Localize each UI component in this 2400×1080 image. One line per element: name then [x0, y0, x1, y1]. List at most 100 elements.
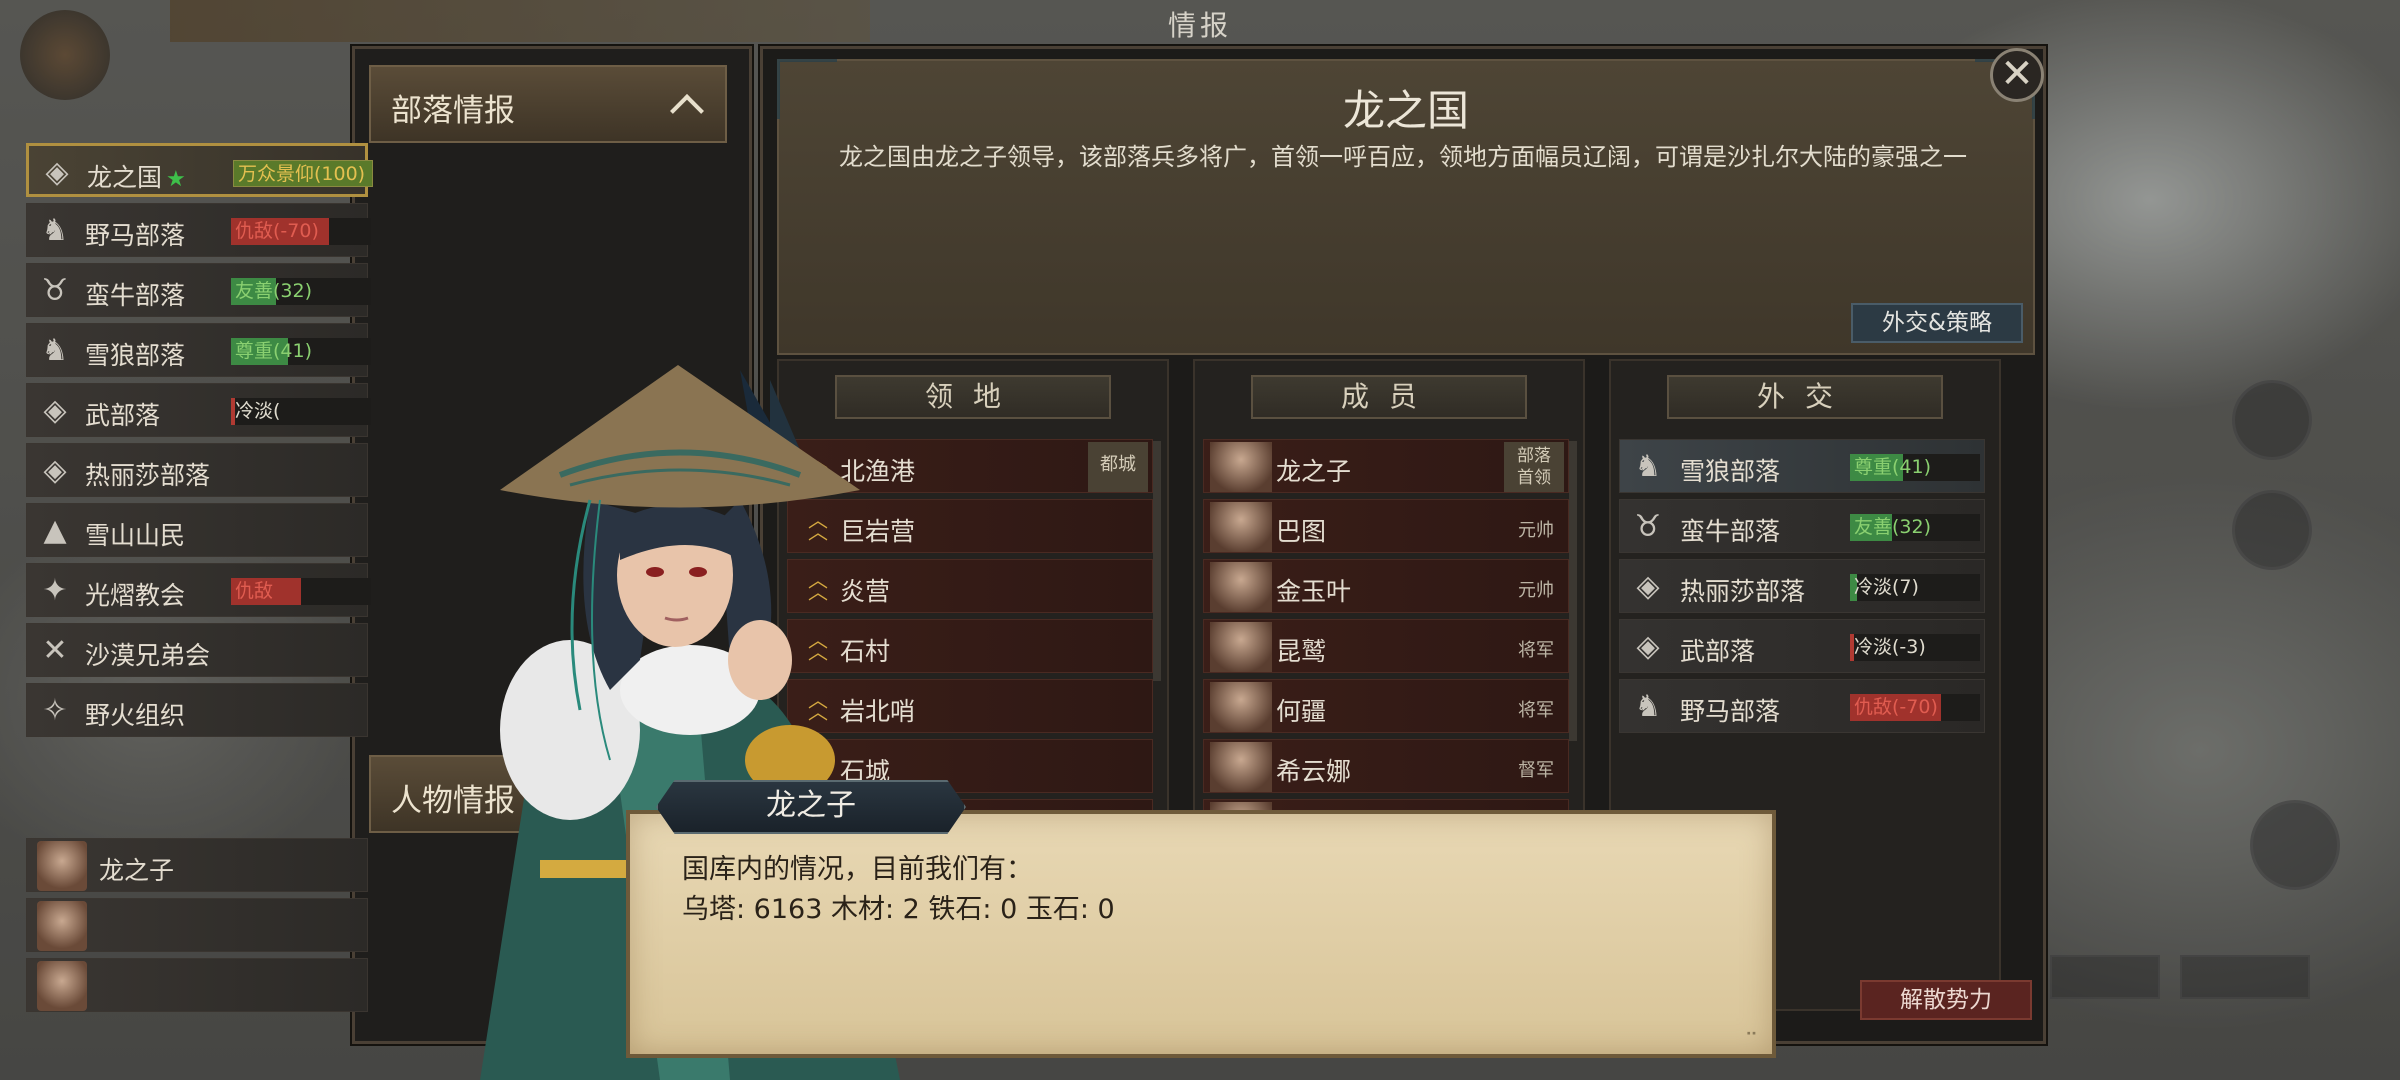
member-name: 金玉叶 — [1276, 577, 1352, 606]
tribe-name: 雪山山民 — [85, 516, 185, 552]
tribe-name: 雪狼部落 — [85, 336, 185, 372]
member-rank: 督军 — [1518, 760, 1554, 781]
tribe-name-text: 武部落 — [85, 401, 161, 430]
tribe-name: 热丽莎部落 — [85, 456, 210, 492]
tribe-emblem-icon: ▲ — [43, 512, 67, 548]
tribe-emblem-icon: ✕ — [42, 632, 68, 668]
tribe-emblem-icon: ♞ — [41, 332, 69, 368]
avatar — [37, 841, 87, 891]
member-name: 昆鹫 — [1276, 637, 1327, 666]
relation-label: 尊重(41) — [235, 340, 313, 362]
member-rank: 部落 首领 — [1504, 442, 1564, 492]
nation-description: 龙之国由龙之子领导，该部落兵多将广，首领一呼百应，领地方面幅员辽阔，可谓是沙扎尔… — [839, 143, 1967, 171]
diplomacy-row[interactable]: ◈ 热丽莎部落 冷淡(7) — [1619, 559, 1985, 613]
relation-label: 仇敌(-70) — [235, 220, 319, 242]
relation-label: 仇敌(-70) — [1854, 696, 1938, 718]
tribe-emblem-icon: ◈ — [43, 392, 67, 428]
person-name: 龙之子 — [99, 856, 175, 885]
diplomacy-strategy-button[interactable]: 外交&策略 — [1851, 303, 2023, 343]
tribe-name: 龙之国 ★ — [87, 158, 186, 194]
member-row[interactable]: 昆鹫 将军 — [1203, 619, 1569, 673]
dialog-speaker-name: 龙之子 — [656, 780, 966, 834]
tribe-emblem-icon: ♞ — [41, 212, 69, 248]
tribe-name-text: 野马部落 — [85, 221, 186, 250]
dialog-line-1: 国库内的情况，目前我们有： — [682, 854, 1033, 885]
relation-bar: 友善(32) — [1850, 514, 1980, 541]
relation-bar: 友善(32) — [231, 278, 371, 305]
tribe-section-header[interactable]: 部落情报 — [369, 65, 727, 143]
diplomacy-tribe-name: 蛮牛部落 — [1680, 517, 1781, 546]
tribe-row[interactable]: ✧ 野火组织 — [26, 683, 368, 737]
tribe-emblem-icon: ✧ — [42, 692, 68, 728]
tribe-row[interactable]: ◈ 龙之国 ★ 万众景仰(100) — [26, 143, 373, 197]
relation-label: 仇敌 — [235, 580, 274, 602]
dialog-continue-icon[interactable]: ⠒ — [1745, 1025, 1758, 1046]
tribe-name: 野火组织 — [85, 696, 185, 732]
relation-label: 冷淡(-3) — [1854, 636, 1926, 658]
tribe-name: 蛮牛部落 — [85, 276, 185, 312]
member-rank: 将军 — [1518, 640, 1554, 661]
territory-scrollbar[interactable] — [1153, 441, 1161, 681]
member-name: 龙之子 — [1276, 457, 1352, 486]
member-row[interactable]: 希云娜 督军 — [1203, 739, 1569, 793]
tribe-emblem-icon: ♉ — [1634, 508, 1662, 544]
tribe-name-text: 蛮牛部落 — [85, 281, 186, 310]
relation-bar: 尊重(41) — [1850, 454, 1980, 481]
relation-bar: 仇敌 — [231, 578, 371, 605]
relation-bar: 万众景仰(100) — [233, 160, 373, 187]
tribe-row[interactable]: ◈ 武部落 冷淡( — [26, 383, 371, 437]
nation-title: 龙之国 — [1342, 86, 1469, 135]
star-icon: ★ — [166, 167, 186, 192]
diplomacy-row[interactable]: ♉ 蛮牛部落 友善(32) — [1619, 499, 1985, 553]
member-row[interactable]: 龙之子 部落 首领 — [1203, 439, 1569, 493]
chevron-up-icon[interactable] — [670, 94, 704, 128]
members-scrollbar[interactable] — [1569, 441, 1577, 741]
disband-faction-button[interactable]: 解散势力 — [1860, 980, 2032, 1020]
person-row[interactable] — [26, 958, 368, 1012]
relation-bar: 冷淡( — [231, 398, 371, 425]
tribe-row[interactable]: ♞ 野马部落 仇敌(-70) — [26, 203, 371, 257]
member-list: 龙之子部落 首领巴图元帅金玉叶元帅昆鹫将军何疆将军希云娜督军西河伽罗督军 — [1203, 439, 1569, 859]
tribe-name-text: 沙漠兄弟会 — [85, 641, 211, 670]
close-icon[interactable]: ✕ — [1990, 48, 2044, 102]
person-row[interactable] — [26, 898, 368, 952]
diplomacy-tribe-name: 雪狼部落 — [1680, 457, 1781, 486]
tribe-section-title: 部落情报 — [391, 93, 515, 129]
tribe-row[interactable]: ✕ 沙漠兄弟会 — [26, 623, 368, 677]
member-rank: 元帅 — [1518, 580, 1554, 601]
diplomacy-tribe-name: 野马部落 — [1680, 697, 1781, 726]
member-name: 何疆 — [1276, 697, 1327, 726]
tribe-row[interactable]: ◈ 热丽莎部落 — [26, 443, 368, 497]
avatar — [1210, 622, 1272, 672]
tribe-row[interactable]: ♉ 蛮牛部落 友善(32) — [26, 263, 371, 317]
avatar — [1210, 442, 1272, 492]
tribe-emblem-icon: ◈ — [43, 452, 67, 488]
tribe-emblem-icon: ◈ — [1636, 568, 1660, 604]
member-rank: 元帅 — [1518, 520, 1554, 541]
tribe-emblem-icon: ◈ — [1636, 628, 1660, 664]
avatar — [1210, 742, 1272, 792]
member-row[interactable]: 巴图 元帅 — [1203, 499, 1569, 553]
tribe-name-text: 光熠教会 — [85, 581, 186, 610]
dialog-box[interactable]: 国库内的情况，目前我们有： 乌塔: 6163 木材: 2 铁石: 0 玉石: 0… — [626, 810, 1776, 1058]
dialog-text: 国库内的情况，目前我们有： 乌塔: 6163 木材: 2 铁石: 0 玉石: 0 — [682, 850, 1115, 930]
diplomacy-row[interactable]: ◈ 武部落 冷淡(-3) — [1619, 619, 1985, 673]
member-row[interactable]: 金玉叶 元帅 — [1203, 559, 1569, 613]
member-name: 希云娜 — [1276, 757, 1352, 786]
member-row[interactable]: 何疆 将军 — [1203, 679, 1569, 733]
diplomacy-row[interactable]: ♞ 雪狼部落 尊重(41) — [1619, 439, 1985, 493]
diplomacy-header: 外交 — [1667, 375, 1943, 419]
tribe-row[interactable]: ▲ 雪山山民 — [26, 503, 368, 557]
tribe-name: 光熠教会 — [85, 576, 185, 612]
diplomacy-tribe-name: 热丽莎部落 — [1680, 577, 1806, 606]
tribe-emblem-icon: ♞ — [1634, 688, 1662, 724]
diplomacy-row[interactable]: ♞ 野马部落 仇敌(-70) — [1619, 679, 1985, 733]
tribe-emblem-icon: ♉ — [41, 272, 69, 308]
tribe-row[interactable]: ♞ 雪狼部落 尊重(41) — [26, 323, 371, 377]
diplomacy-tribe-name: 武部落 — [1680, 637, 1756, 666]
tribe-row[interactable]: ✦ 光熠教会 仇敌 — [26, 563, 371, 617]
relation-label: 冷淡( — [235, 400, 281, 422]
relation-label: 万众景仰(100) — [238, 163, 366, 185]
member-rank: 将军 — [1518, 700, 1554, 721]
person-row[interactable]: 龙之子 — [26, 838, 368, 892]
